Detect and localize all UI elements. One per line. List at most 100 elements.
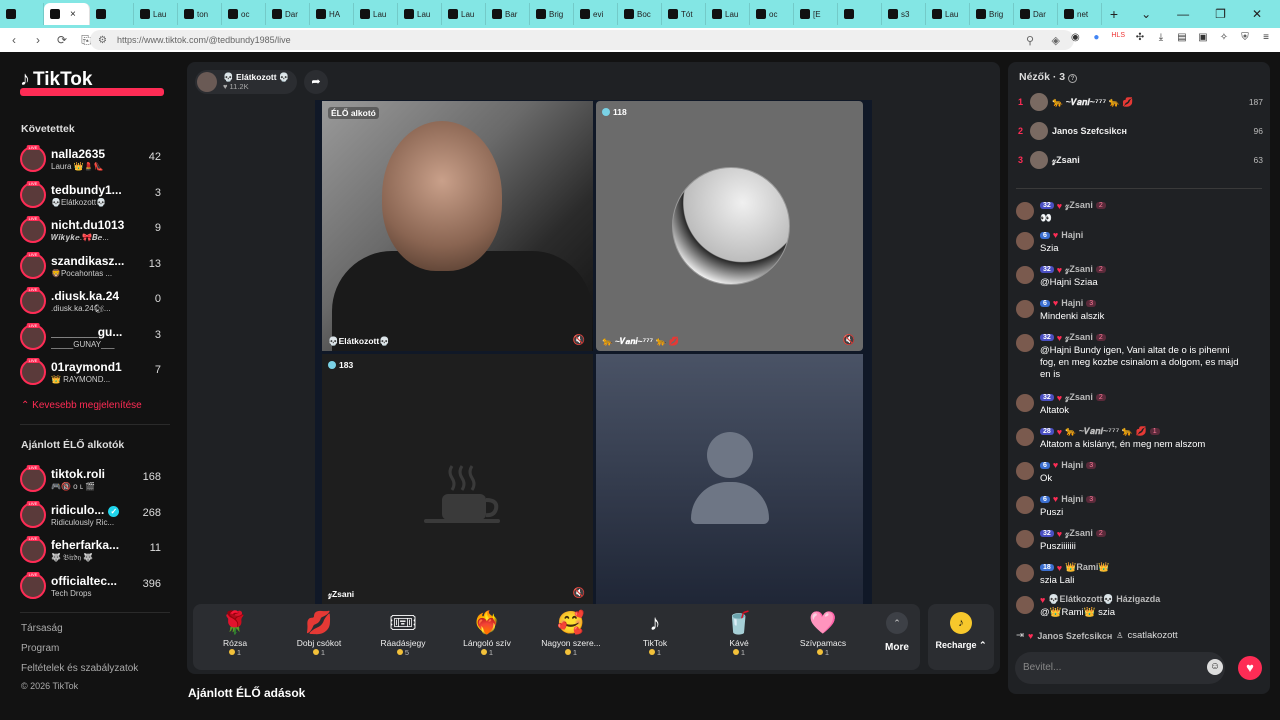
extension-color-icon[interactable]: ●	[1090, 32, 1102, 43]
close-tab-icon[interactable]: ×	[70, 9, 76, 20]
guest-cell-host[interactable]: ÉLŐ alkotó 💀Elátkozott💀 🔇	[322, 101, 593, 351]
browser-tab[interactable]: Lau	[134, 3, 178, 25]
chat-input[interactable]: Bevitel...	[1015, 652, 1225, 684]
followed-account[interactable]: LIVE tedbundy1... 💀Elátkozott💀 3	[20, 180, 165, 212]
gift-item[interactable]: 💋 Dobj csókot 1	[277, 604, 361, 670]
browser-tab[interactable]: Lau	[926, 3, 970, 25]
message-author[interactable]: 🐆 ~𝑽𝒂𝒏𝒊~⁷⁷⁷ 🐆 💋	[1065, 426, 1147, 437]
gift-item[interactable]: ❤️‍🔥 Lángoló szív 1	[445, 604, 529, 670]
shield-icon[interactable]: ◈	[1052, 34, 1060, 47]
browser-tab[interactable]	[0, 3, 44, 25]
browser-tab[interactable]: ton	[178, 3, 222, 25]
message-author[interactable]: 𝓏Zsani	[1065, 528, 1093, 539]
message-author[interactable]: 👑Rami👑	[1065, 562, 1109, 573]
site-info-icon[interactable]: ⚙	[98, 35, 107, 46]
more-gifts-button[interactable]: ⌃ More	[879, 612, 915, 653]
browser-tab[interactable]: Bar	[486, 3, 530, 25]
recommended-account[interactable]: LIVE ridiculo... ✓ Ridiculously Ric... 268	[20, 500, 165, 532]
extensions-puzzle-icon[interactable]: ✣	[1134, 32, 1146, 43]
recharge-button[interactable]: ♪ Recharge ⌃	[928, 604, 994, 670]
top-viewer-row[interactable]: 1 🐆 ~𝑽𝒂𝒏𝒊~⁷⁷⁷ 🐆 💋 187	[1018, 92, 1263, 116]
avatar[interactable]	[1016, 394, 1034, 412]
gift-item[interactable]: 🎟 Ráadásjegy 5	[361, 604, 445, 670]
top-viewer-row[interactable]: 3 𝓏Zsani 63	[1018, 150, 1263, 174]
browser-tab[interactable]: Dar	[1014, 3, 1058, 25]
avatar[interactable]	[1016, 428, 1034, 446]
browser-tab[interactable]	[838, 3, 882, 25]
followed-account[interactable]: LIVE 01raymond1 👑 RAYMOND... 7	[20, 357, 165, 389]
followed-account[interactable]: LIVE nicht.du1013 𝑾𝒊𝒌𝒚𝒌𝒆.🎀𝑩𝒆... 9	[20, 215, 165, 247]
tab-search-icon[interactable]: ⌄	[1141, 7, 1151, 21]
avatar[interactable]	[1016, 202, 1034, 220]
share-icon[interactable]: ➦	[304, 70, 328, 94]
browser-tab[interactable]: Brig	[530, 3, 574, 25]
avatar[interactable]	[1016, 530, 1034, 548]
menu-icon[interactable]: ≡	[1260, 32, 1272, 43]
avatar[interactable]	[1016, 564, 1034, 582]
reload-icon[interactable]: ⟳	[52, 33, 72, 47]
sidebar-icon[interactable]: ▤	[1176, 32, 1188, 43]
top-viewer-row[interactable]: 2 Janos Szefcsikсн 96	[1018, 121, 1263, 145]
vpn-icon[interactable]: ⛨	[1239, 32, 1251, 43]
browser-tab[interactable]: evi	[574, 3, 618, 25]
avatar[interactable]	[1016, 462, 1034, 480]
help-icon[interactable]: ?	[1068, 74, 1078, 83]
avatar[interactable]	[1016, 596, 1034, 614]
followed-account[interactable]: LIVE _______gu... _____GUNAY___ 3	[20, 322, 165, 354]
avatar[interactable]	[1016, 266, 1034, 284]
host-info[interactable]: 💀 Elátkozott 💀 ♥ 11.2K	[195, 70, 297, 94]
browser-tab[interactable]: oc	[222, 3, 266, 25]
back-icon[interactable]: ‹	[4, 33, 24, 47]
message-author[interactable]: 𝓏Zsani	[1065, 200, 1093, 211]
avatar[interactable]	[1016, 496, 1034, 514]
gift-item[interactable]: 🥰 Nagyon szere... 1	[529, 604, 613, 670]
followed-account[interactable]: LIVE .diusk.ka.24 .diusk.ka.24🐿... 0	[20, 286, 165, 318]
guest-cell-vani[interactable]: 118 🐆 ~𝑽𝒂𝒏𝒊~⁷⁷⁷ 🐆 💋 🔇	[596, 101, 863, 351]
like-heart-button[interactable]: ♥	[1238, 656, 1262, 680]
avatar[interactable]	[1016, 232, 1034, 250]
ai-icon[interactable]: ✧	[1218, 32, 1230, 43]
guest-cell-zsani[interactable]: 183 𝓏Zsani 🔇	[322, 354, 593, 604]
browser-tab[interactable]: Lau	[398, 3, 442, 25]
gift-item[interactable]: 🌹 Rózsa 1	[193, 604, 277, 670]
close-window-button[interactable]: ✕	[1252, 7, 1262, 21]
message-author[interactable]: 𝓏Zsani	[1065, 264, 1093, 275]
extension-hls-label[interactable]: HLS	[1111, 32, 1125, 43]
zoom-icon[interactable]: ⚲	[1026, 34, 1034, 47]
followed-account[interactable]: LIVE nalla2635 Laura 👑💄👠 42	[20, 144, 165, 176]
guest-cell-empty[interactable]	[596, 354, 863, 604]
minimize-button[interactable]: —	[1177, 7, 1189, 21]
wallet-icon[interactable]: ▣	[1197, 32, 1209, 43]
viewers-header[interactable]: Nézők · 3?	[1019, 71, 1078, 83]
url-field[interactable]: ⚙ https://www.tiktok.com/@tedbundy1985/l…	[90, 30, 1074, 50]
show-less-link[interactable]: ⌃ Kevesebb megjelenítése	[21, 400, 142, 411]
message-author[interactable]: 𝓏Zsani	[1065, 392, 1093, 403]
footer-link-company[interactable]: Társaság	[21, 623, 63, 634]
browser-tab[interactable]: s3	[882, 3, 926, 25]
emoji-icon[interactable]: ☺	[1207, 659, 1223, 675]
joined-user-name[interactable]: Janos Szefcsikсн	[1037, 631, 1112, 641]
avatar[interactable]	[1016, 334, 1034, 352]
browser-tab[interactable]: ×	[44, 3, 90, 25]
message-author[interactable]: Hajni	[1061, 494, 1083, 504]
message-author[interactable]: Hajni	[1061, 460, 1083, 470]
browser-tab[interactable]: HA	[310, 3, 354, 25]
message-author[interactable]: 💀Elátkozott💀 Házigazda	[1048, 594, 1160, 605]
new-tab-button[interactable]: +	[1102, 6, 1126, 22]
avatar[interactable]	[1016, 300, 1034, 318]
browser-tab[interactable]: Boc	[618, 3, 662, 25]
recommended-account[interactable]: LIVE tiktok.roli 🎮🔞 ᴏ ʟ 🎬 168	[20, 464, 165, 496]
browser-tab[interactable]: Tót	[662, 3, 706, 25]
extension-shield-icon[interactable]: ◉	[1069, 32, 1081, 43]
browser-tab[interactable]: oc	[750, 3, 794, 25]
browser-tab[interactable]: Lau	[354, 3, 398, 25]
message-author[interactable]: 𝓏Zsani	[1065, 332, 1093, 343]
recommended-account[interactable]: LIVE feherfarka... 🐺 𝔅𝔦𝔯𝔡𝔶 🐺 11	[20, 535, 165, 567]
downloads-icon[interactable]: ⤓	[1155, 32, 1167, 43]
browser-tab[interactable]: Lau	[442, 3, 486, 25]
gift-item[interactable]: 🩷 Szívpamacs 1	[781, 604, 865, 670]
restore-button[interactable]: ❐	[1215, 7, 1226, 21]
message-author[interactable]: Hajni	[1061, 298, 1083, 308]
gift-item[interactable]: ♪ TikTok 1	[613, 604, 697, 670]
browser-tab[interactable]	[90, 3, 134, 25]
